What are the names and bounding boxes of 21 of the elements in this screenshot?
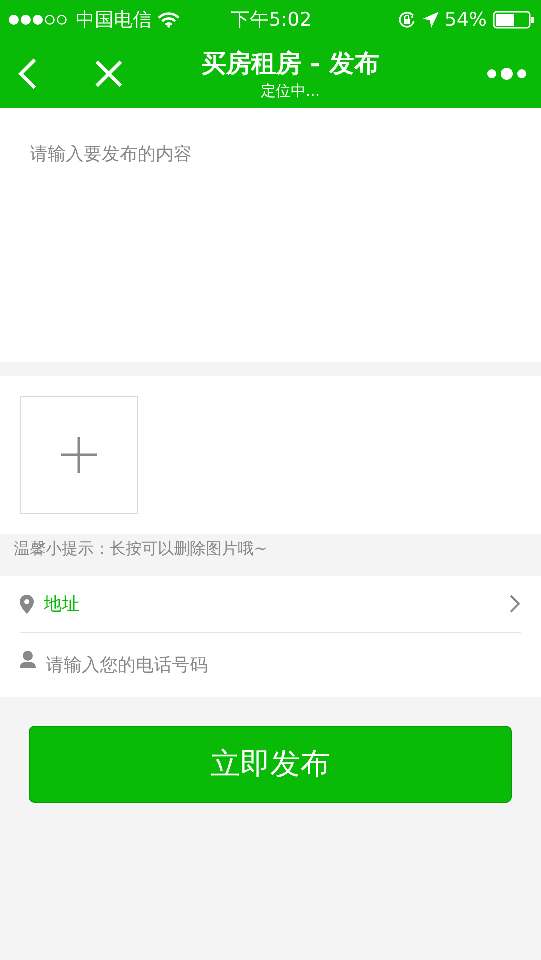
battery-icon: [493, 11, 536, 29]
add-image-button[interactable]: [20, 396, 138, 514]
content-field[interactable]: 请输入要发布的内容: [0, 108, 541, 362]
rotation-lock-icon: [396, 10, 417, 30]
person-icon: [20, 651, 36, 669]
wifi-icon: [158, 12, 180, 28]
close-button[interactable]: [94, 59, 124, 89]
location-status: 定位中...: [260, 82, 320, 101]
plus-icon: [61, 437, 97, 473]
publish-button[interactable]: 立即发布: [29, 726, 512, 803]
more-button[interactable]: [487, 66, 527, 82]
location-arrow-icon: [422, 12, 439, 28]
signal-icon: [8, 14, 70, 26]
tip-text: 温馨小提示：长按可以删除图片哦~: [13, 538, 268, 560]
address-selector[interactable]: 地址: [44, 576, 521, 632]
carrier-name: 中国电信: [76, 8, 152, 33]
battery-percent: 54%: [444, 9, 488, 31]
chevron-right-icon: [509, 594, 521, 614]
location-pin-icon: [20, 594, 34, 614]
status-time: 下午5:02: [231, 8, 312, 33]
page-title: 买房租房 - 发布: [202, 48, 380, 80]
